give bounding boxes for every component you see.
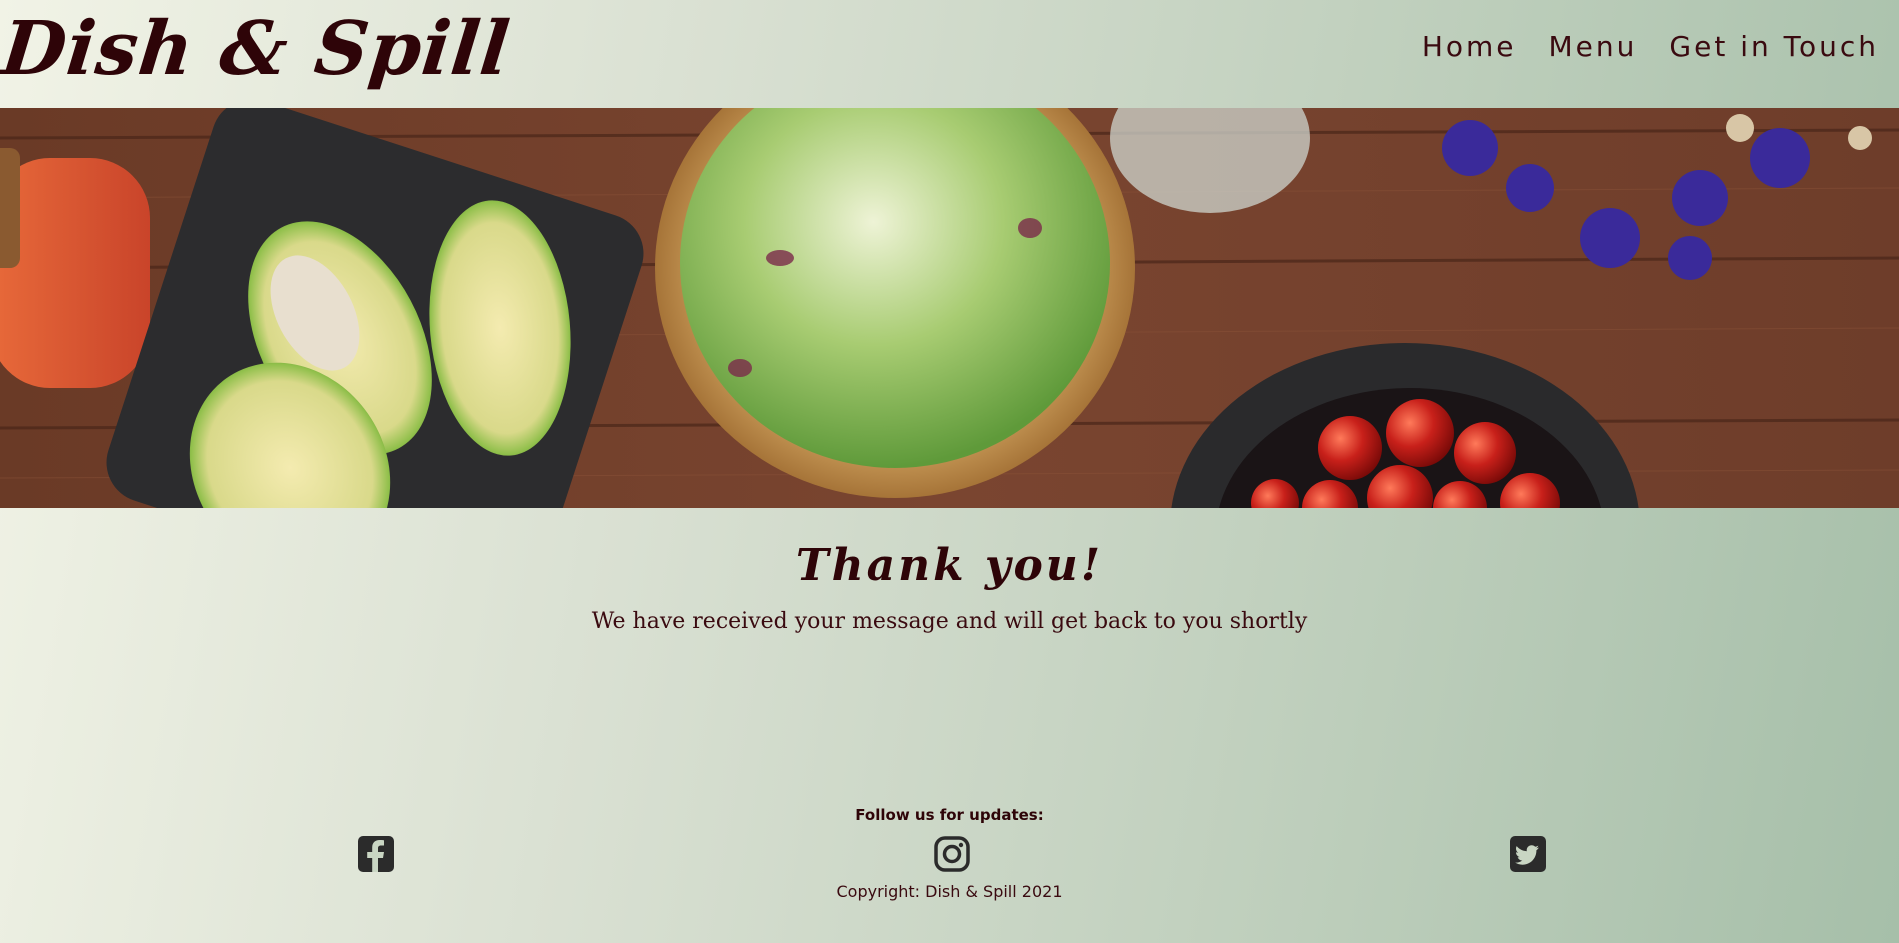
brand-logo[interactable]: Dish & Spill [0, 6, 514, 92]
nav-home-link[interactable]: Home [1422, 30, 1517, 63]
site-footer: Follow us for updates: Copyright: Dish &… [0, 806, 1899, 901]
social-links [0, 834, 1899, 878]
copyright-text: Copyright: Dish & Spill 2021 [836, 882, 1063, 901]
site-header: Dish & Spill Home Menu Get in Touch [0, 0, 1899, 108]
confirmation-message: We have received your message and will g… [591, 609, 1308, 634]
nav-get-in-touch-link[interactable]: Get in Touch [1669, 30, 1879, 63]
thank-you-section: Thank you! We have received your message… [0, 540, 1899, 634]
instagram-icon [934, 836, 970, 872]
follow-text: Follow us for updates: [855, 806, 1044, 824]
instagram-link[interactable] [932, 834, 972, 874]
twitter-icon [1510, 836, 1546, 872]
main-nav: Home Menu Get in Touch [1422, 30, 1899, 63]
nav-menu-link[interactable]: Menu [1549, 30, 1638, 63]
twitter-link[interactable] [1508, 834, 1548, 874]
facebook-icon [358, 836, 394, 872]
hero-image [0, 108, 1899, 508]
page-title: Thank you! [795, 540, 1104, 591]
facebook-link[interactable] [356, 834, 396, 874]
